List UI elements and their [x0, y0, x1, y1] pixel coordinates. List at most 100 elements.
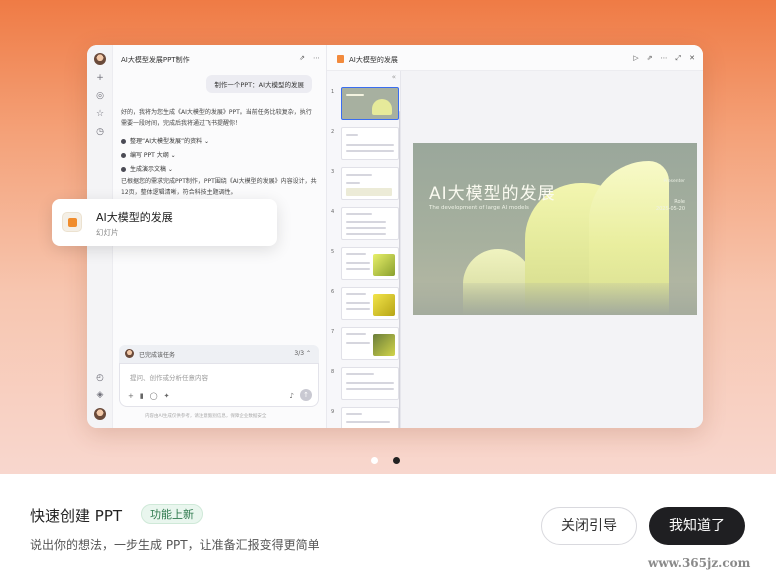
star-icon: ☆	[95, 109, 105, 119]
thumb-line	[346, 188, 392, 196]
close-icon[interactable]: ✕	[689, 54, 695, 62]
slide-number: 1	[331, 89, 335, 95]
share-icon[interactable]: ⇗	[647, 54, 653, 62]
file-card[interactable]: AI大模型的发展 幻灯片	[52, 199, 277, 246]
thumb-line	[346, 253, 366, 255]
close-guide-button[interactable]: 关闭引导	[541, 507, 637, 545]
slide-thumbnail[interactable]	[341, 127, 399, 160]
send-button[interactable]: ↑	[300, 389, 312, 401]
input-tools: + ▮ ◯ ✦	[128, 392, 175, 400]
thumb-line	[346, 174, 372, 176]
history-icon: ◷	[96, 127, 104, 137]
thumb-line	[346, 302, 370, 304]
slide-thumb-row[interactable]: 7	[331, 327, 399, 361]
ppt-header: AI大模型的发展 ▷ ⇗ ⋯ ⤢ ✕	[327, 45, 703, 71]
thumb-line	[346, 150, 394, 152]
slide-thumb-row[interactable]: 9	[331, 407, 399, 428]
thumb-line	[346, 333, 366, 335]
ppt-file-icon	[62, 212, 82, 232]
thumb-line	[346, 382, 394, 384]
slide-thumb-row[interactable]: 1	[331, 87, 399, 121]
thumb-line	[346, 144, 394, 146]
thumb-line	[346, 308, 370, 310]
slide-thumbnail[interactable]	[341, 247, 399, 280]
slide-thumbnail[interactable]	[341, 367, 399, 400]
thumb-line	[346, 373, 374, 375]
thumb-image	[373, 254, 395, 276]
slide-presenter: Presenter	[663, 179, 685, 184]
slide-number: 3	[331, 169, 335, 175]
slide-number: 5	[331, 249, 335, 255]
thumb-line	[346, 388, 394, 390]
slide-thumbnail[interactable]	[341, 167, 399, 200]
chat-input-box[interactable]: 提问、创作或分析任意内容 + ▮ ◯ ✦ ♪ ↑	[119, 363, 319, 407]
slide-thumb-row[interactable]: 4	[331, 207, 399, 241]
thumb-line	[346, 134, 358, 136]
slide-thumb-row[interactable]: 3	[331, 167, 399, 201]
slide-thumbnail[interactable]	[341, 407, 399, 428]
slide-thumbnail[interactable]	[341, 87, 399, 120]
slide-role: Role	[674, 199, 685, 205]
more-icon[interactable]: ⋯	[661, 54, 668, 62]
file-card-subtitle: 幻灯片	[96, 228, 119, 237]
collapse-icon[interactable]: «	[392, 73, 396, 81]
new-feature-badge: 功能上新	[141, 504, 203, 524]
thumb-line	[346, 262, 370, 264]
expand-icon[interactable]: ⤢	[676, 54, 682, 62]
thumb-line	[346, 413, 362, 415]
task-avatar	[125, 349, 134, 358]
add-icon[interactable]: +	[128, 392, 134, 400]
intro-title: 快速创建 PPT	[30, 507, 123, 525]
ppt-panel: AI大模型的发展 ▷ ⇗ ⋯ ⤢ ✕ « 1 2 3 4 5 6 7 8 9 A…	[327, 45, 703, 428]
slide-number: 2	[331, 129, 335, 135]
play-icon[interactable]: ▷	[633, 54, 638, 62]
thumb-line	[346, 293, 366, 295]
task-count: 3/3 ⌃	[294, 350, 311, 357]
thumb-line	[346, 221, 386, 223]
step-dot-icon	[121, 139, 126, 144]
slide-thumb-row[interactable]: 5	[331, 247, 399, 281]
slide-thumb-row[interactable]: 6	[331, 287, 399, 321]
slide-subtitle: The development of large AI models	[429, 205, 529, 211]
user-avatar	[94, 53, 106, 65]
doc-icon[interactable]: ▮	[140, 392, 144, 400]
disclaimer: 内容由AI生成仅供参考，请注意甄别信息，保障企业数据安全	[145, 414, 267, 419]
file-card-title: AI大模型的发展	[96, 211, 173, 224]
thumb-scrollbar[interactable]	[399, 111, 400, 428]
thumb-line	[346, 342, 370, 344]
assistant-reply-intro: 好的，我将为您生成《AI大模型的发展》PPT。当前任务比较复杂，执行需要一段时间…	[121, 109, 312, 127]
mic-icon[interactable]: ♪	[290, 392, 294, 400]
step-dot-icon	[121, 153, 126, 158]
share-icon: ⇗	[299, 54, 305, 62]
step-item: 整理“AI大模型发展”的资料 ⌄	[121, 136, 209, 145]
compass-icon: ◎	[96, 91, 104, 101]
slide-thumb-row[interactable]: 8	[331, 367, 399, 401]
thumb-image	[373, 334, 395, 356]
assistant-reply-done: 已根据您的需求完成PPT制作，PPT围绕《AI大模型的发展》内容设计，共12页，…	[121, 178, 317, 196]
slide-number: 9	[331, 409, 335, 415]
task-status: 已完成该任务	[139, 352, 176, 359]
thumb-line	[346, 213, 372, 215]
slide-thumbnail[interactable]	[341, 287, 399, 320]
intro-description: 说出你的想法，一步生成 PPT，让准备汇报变得更简单	[30, 538, 320, 552]
slide-floor	[413, 283, 697, 315]
chat-input-placeholder[interactable]: 提问、创作或分析任意内容	[130, 372, 208, 382]
ppt-file-title: AI大模型的发展	[349, 56, 398, 64]
slide-thumbnail[interactable]	[341, 327, 399, 360]
circle-icon[interactable]: ◯	[150, 392, 158, 400]
plugin-icon[interactable]: ✦	[164, 392, 170, 400]
slide-thumb-row[interactable]: 2	[331, 127, 399, 161]
slide-thumbnail[interactable]	[341, 207, 399, 240]
step-item: 编写 PPT 大纲 ⌄	[121, 150, 176, 159]
task-status-bar[interactable]: 已完成该任务 3/3 ⌃	[119, 345, 319, 363]
more-icon: ⋯	[313, 54, 320, 62]
pager-dot[interactable]	[371, 457, 378, 464]
hero-banner: + ◎ ☆ ◷ ◴ ◈ AI大模型发展PPT制作 ⇗ ⋯ 制作一个PPT：AI大模…	[0, 0, 776, 474]
thumb-line	[346, 421, 390, 423]
slide-number: 6	[331, 289, 335, 295]
ppt-controls: ▷ ⇗ ⋯ ⤢ ✕	[625, 54, 695, 63]
got-it-button[interactable]: 我知道了	[649, 507, 745, 545]
profile-avatar	[94, 408, 106, 420]
pager-dot-active[interactable]	[393, 457, 400, 464]
step-item: 生成演示文稿 ⌄	[121, 164, 173, 173]
